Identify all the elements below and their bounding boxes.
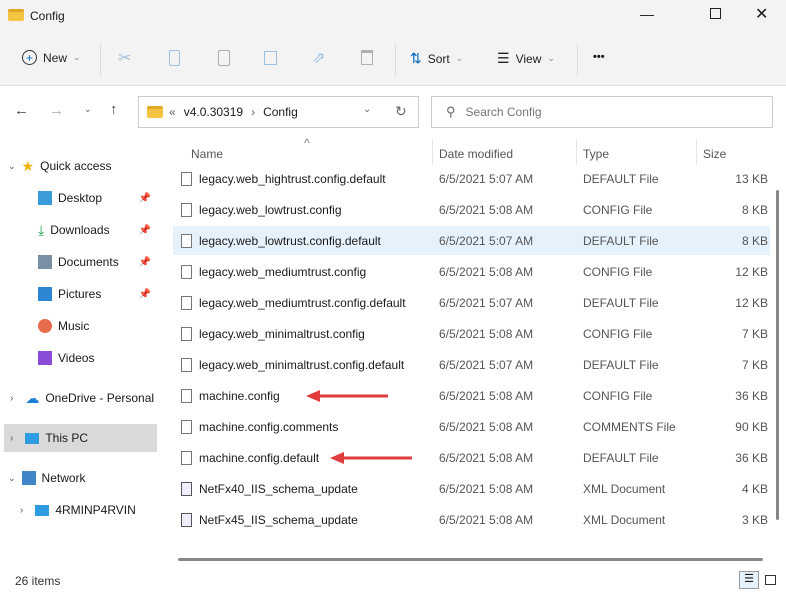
file-name: legacy.web_mediumtrust.config: [199, 264, 367, 279]
file-row[interactable]: legacy.web_lowtrust.config 6/5/2021 5:08…: [173, 195, 770, 224]
item-count: 26 items: [15, 574, 61, 588]
file-row[interactable]: machine.config 6/5/2021 5:08 AM CONFIG F…: [173, 381, 770, 410]
file-row[interactable]: NetFx40_IIS_schema_update 6/5/2021 5:08 …: [173, 474, 770, 503]
file-date: 6/5/2021 5:08 AM: [439, 419, 534, 434]
file-icon: [181, 326, 192, 341]
file-name: legacy.web_mediumtrust.config.default: [199, 295, 406, 310]
file-size: 36 KB: [735, 388, 768, 403]
file-name: machine.config: [199, 388, 280, 403]
column-name[interactable]: Name: [191, 147, 223, 161]
file-icon: [181, 450, 192, 465]
file-date: 6/5/2021 5:07 AM: [439, 233, 534, 248]
file-type: DEFAULT File: [583, 233, 659, 248]
details-view-button[interactable]: ☰: [739, 571, 759, 589]
file-date: 6/5/2021 5:08 AM: [439, 202, 534, 217]
file-name: NetFx40_IIS_schema_update: [199, 481, 358, 496]
file-name: legacy.web_minimaltrust.config: [199, 326, 365, 341]
scrollbar-thumb[interactable]: [776, 190, 779, 520]
file-size: 3 KB: [741, 512, 768, 527]
file-type: CONFIG File: [583, 202, 653, 217]
file-icon: [181, 233, 192, 248]
column-header: ^ Name Date modified Type Size: [160, 136, 770, 165]
file-row[interactable]: legacy.web_minimaltrust.config.default 6…: [173, 350, 770, 379]
file-row[interactable]: machine.config.comments 6/5/2021 5:08 AM…: [173, 412, 770, 441]
file-list: legacy.web_hightrust.config 6/5/2021 5:0…: [0, 0, 786, 560]
xml-file-icon: [181, 512, 192, 527]
file-size: 8 KB: [741, 202, 768, 217]
file-row[interactable]: machine.config.default 6/5/2021 5:08 AM …: [173, 443, 770, 472]
file-row[interactable]: legacy.web_mediumtrust.config.default 6/…: [173, 288, 770, 317]
tiles-view-button[interactable]: [765, 575, 776, 585]
file-type: DEFAULT File: [583, 450, 659, 465]
file-size: 12 KB: [735, 264, 768, 279]
file-row[interactable]: legacy.web_hightrust.config.default 6/5/…: [173, 164, 770, 193]
column-date[interactable]: Date modified: [439, 147, 513, 161]
file-date: 6/5/2021 5:07 AM: [439, 171, 534, 186]
file-icon: [181, 202, 192, 217]
file-type: XML Document: [583, 512, 666, 527]
horizontal-scrollbar[interactable]: [178, 558, 763, 561]
file-type: DEFAULT File: [583, 171, 659, 186]
file-icon: [181, 388, 192, 403]
file-type: CONFIG File: [583, 388, 653, 403]
file-name: NetFx45_IIS_schema_update: [199, 512, 358, 527]
file-row[interactable]: legacy.web_mediumtrust.config 6/5/2021 5…: [173, 257, 770, 286]
file-date: 6/5/2021 5:08 AM: [439, 388, 534, 403]
file-date: 6/5/2021 5:08 AM: [439, 264, 534, 279]
file-icon: [181, 295, 192, 310]
file-size: 36 KB: [735, 450, 768, 465]
file-size: 4 KB: [741, 481, 768, 496]
file-size: 7 KB: [741, 326, 768, 341]
file-name: legacy.web_hightrust.config.default: [199, 171, 386, 186]
file-size: 12 KB: [735, 295, 768, 310]
file-type: CONFIG File: [583, 264, 653, 279]
file-type: XML Document: [583, 481, 666, 496]
file-name: legacy.web_lowtrust.config.default: [199, 233, 381, 248]
file-type: DEFAULT File: [583, 295, 659, 310]
file-date: 6/5/2021 5:07 AM: [439, 357, 534, 372]
file-date: 6/5/2021 5:08 AM: [439, 481, 534, 496]
sort-ascending-icon: ^: [304, 136, 310, 150]
file-date: 6/5/2021 5:08 AM: [439, 326, 534, 341]
file-row[interactable]: NetFx45_IIS_schema_update 6/5/2021 5:08 …: [173, 505, 770, 534]
file-name: machine.config.default: [199, 450, 320, 465]
file-size: 90 KB: [735, 419, 768, 434]
column-type[interactable]: Type: [583, 147, 609, 161]
file-icon: [181, 357, 192, 372]
file-size: 8 KB: [741, 233, 768, 248]
file-type: CONFIG File: [583, 326, 653, 341]
file-name: machine.config.comments: [199, 419, 339, 434]
file-type: DEFAULT File: [583, 357, 659, 372]
file-size: 13 KB: [735, 171, 768, 186]
file-date: 6/5/2021 5:08 AM: [439, 512, 534, 527]
file-date: 6/5/2021 5:07 AM: [439, 295, 534, 310]
file-size: 7 KB: [741, 357, 768, 372]
column-size[interactable]: Size: [703, 147, 726, 161]
file-name: legacy.web_minimaltrust.config.default: [199, 357, 405, 372]
file-date: 6/5/2021 5:08 AM: [439, 450, 534, 465]
file-row[interactable]: legacy.web_lowtrust.config.default 6/5/2…: [173, 226, 770, 255]
file-type: COMMENTS File: [583, 419, 676, 434]
xml-file-icon: [181, 481, 192, 496]
vertical-scrollbar[interactable]: [770, 140, 786, 565]
file-name: legacy.web_lowtrust.config: [199, 202, 342, 217]
file-icon: [181, 419, 192, 434]
file-icon: [181, 264, 192, 279]
file-icon: [181, 171, 192, 186]
file-row[interactable]: legacy.web_minimaltrust.config 6/5/2021 …: [173, 319, 770, 348]
